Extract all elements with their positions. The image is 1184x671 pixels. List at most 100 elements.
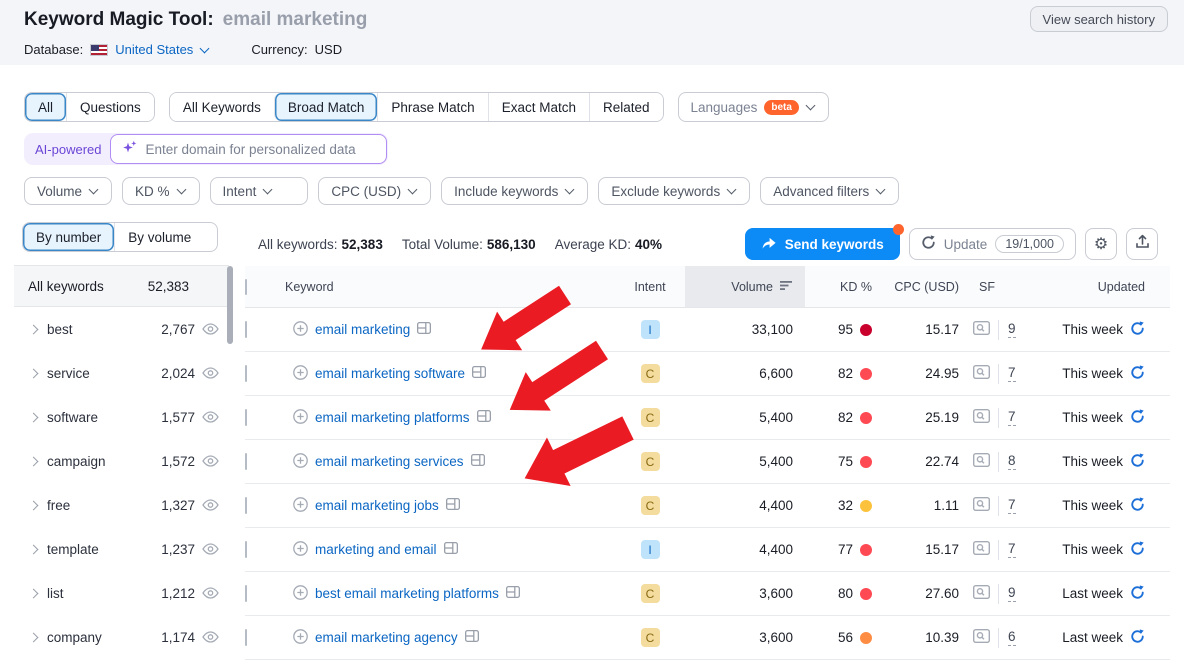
sf-count-link[interactable]: 7 (1008, 365, 1016, 382)
ads-history-icon[interactable] (973, 321, 990, 338)
eye-icon[interactable] (202, 323, 219, 335)
serp-features-icon[interactable] (465, 630, 479, 645)
column-header-sf[interactable]: SF (965, 280, 1035, 294)
sf-count-link[interactable]: 7 (1008, 409, 1016, 426)
tab-exact-match[interactable]: Exact Match (488, 93, 589, 121)
sidebar-group-software[interactable]: software1,577 (14, 395, 229, 439)
serp-features-icon[interactable] (417, 322, 431, 337)
serp-features-icon[interactable] (471, 454, 485, 469)
refresh-icon[interactable] (1130, 541, 1145, 559)
eye-icon[interactable] (202, 631, 219, 643)
column-header-cpc[interactable]: CPC (USD) (880, 280, 965, 294)
sidebar-group-best[interactable]: best2,767 (14, 307, 229, 351)
add-keyword-icon[interactable] (293, 321, 308, 339)
sf-count-link[interactable]: 6 (1008, 629, 1016, 646)
add-keyword-icon[interactable] (293, 409, 308, 427)
intent-badge[interactable]: C (641, 452, 660, 471)
column-header-volume[interactable]: Volume (685, 266, 805, 307)
row-checkbox[interactable] (245, 453, 247, 470)
keyword-link[interactable]: email marketing software (315, 366, 465, 381)
intent-badge[interactable]: C (641, 364, 660, 383)
tab-all-keywords[interactable]: All Keywords (170, 93, 274, 121)
serp-features-icon[interactable] (446, 498, 460, 513)
add-keyword-icon[interactable] (293, 497, 308, 515)
keyword-link[interactable]: email marketing (315, 322, 410, 337)
refresh-icon[interactable] (1130, 453, 1145, 471)
filter-kd[interactable]: KD % (122, 177, 200, 205)
all-keywords-row[interactable]: All keywords 52,383 (14, 265, 229, 307)
sf-count-link[interactable]: 7 (1008, 541, 1016, 558)
eye-icon[interactable] (202, 367, 219, 379)
refresh-icon[interactable] (1130, 629, 1145, 647)
ads-history-icon[interactable] (973, 409, 990, 426)
row-checkbox[interactable] (245, 541, 247, 558)
refresh-icon[interactable] (1130, 409, 1145, 427)
row-checkbox[interactable] (245, 321, 247, 338)
row-checkbox[interactable] (245, 585, 247, 602)
eye-icon[interactable] (202, 499, 219, 511)
sf-count-link[interactable]: 9 (1008, 321, 1016, 338)
send-keywords-button[interactable]: Send keywords (745, 228, 900, 260)
intent-badge[interactable]: C (641, 408, 660, 427)
serp-features-icon[interactable] (472, 366, 486, 381)
eye-icon[interactable] (202, 543, 219, 555)
filter-include-keywords[interactable]: Include keywords (441, 177, 588, 205)
keyword-link[interactable]: email marketing platforms (315, 410, 470, 425)
select-all-checkbox[interactable] (245, 279, 247, 295)
row-checkbox[interactable] (245, 409, 247, 426)
refresh-icon[interactable] (1130, 365, 1145, 383)
sidebar-group-campaign[interactable]: campaign1,572 (14, 439, 229, 483)
intent-badge[interactable]: C (641, 628, 660, 647)
keyword-link[interactable]: email marketing jobs (315, 498, 439, 513)
refresh-icon[interactable] (1130, 497, 1145, 515)
filter-intent[interactable]: Intent (210, 177, 309, 205)
row-checkbox[interactable] (245, 365, 247, 382)
eye-icon[interactable] (202, 587, 219, 599)
intent-badge[interactable]: I (641, 320, 660, 339)
export-button[interactable] (1126, 228, 1158, 260)
filter-exclude-keywords[interactable]: Exclude keywords (598, 177, 750, 205)
languages-dropdown[interactable]: Languages beta (678, 92, 829, 122)
filter-cpc-usd[interactable]: CPC (USD) (318, 177, 431, 205)
column-header-intent[interactable]: Intent (615, 280, 685, 294)
tab-by-volume[interactable]: By volume (114, 223, 204, 251)
row-checkbox[interactable] (245, 629, 247, 646)
sidebar-scrollbar[interactable] (227, 266, 233, 344)
keyword-link[interactable]: best email marketing platforms (315, 586, 499, 601)
ads-history-icon[interactable] (973, 497, 990, 514)
ads-history-icon[interactable] (973, 365, 990, 382)
intent-badge[interactable]: I (641, 540, 660, 559)
update-button[interactable]: Update 19/1,000 (909, 228, 1076, 260)
keyword-link[interactable]: email marketing services (315, 454, 464, 469)
add-keyword-icon[interactable] (293, 585, 308, 603)
add-keyword-icon[interactable] (293, 453, 308, 471)
sf-count-link[interactable]: 8 (1008, 453, 1016, 470)
add-keyword-icon[interactable] (293, 629, 308, 647)
keyword-link[interactable]: marketing and email (315, 542, 437, 557)
tab-by-number[interactable]: By number (23, 223, 114, 251)
domain-input[interactable] (145, 142, 375, 157)
refresh-icon[interactable] (1130, 585, 1145, 603)
eye-icon[interactable] (202, 411, 219, 423)
add-keyword-icon[interactable] (293, 541, 308, 559)
keyword-link[interactable]: email marketing agency (315, 630, 458, 645)
intent-badge[interactable]: C (641, 496, 660, 515)
tab-questions[interactable]: Questions (66, 93, 154, 121)
settings-button[interactable]: ⚙ (1085, 228, 1117, 260)
intent-badge[interactable]: C (641, 584, 660, 603)
column-header-keyword[interactable]: Keyword (285, 280, 615, 294)
sidebar-group-list[interactable]: list1,212 (14, 571, 229, 615)
tab-all[interactable]: All (25, 93, 66, 121)
sidebar-group-template[interactable]: template1,237 (14, 527, 229, 571)
serp-features-icon[interactable] (477, 410, 491, 425)
ads-history-icon[interactable] (973, 629, 990, 646)
add-keyword-icon[interactable] (293, 365, 308, 383)
ads-history-icon[interactable] (973, 585, 990, 602)
ads-history-icon[interactable] (973, 541, 990, 558)
ads-history-icon[interactable] (973, 453, 990, 470)
column-header-kd[interactable]: KD % (805, 280, 880, 294)
sidebar-group-service[interactable]: service2,024 (14, 351, 229, 395)
filter-advanced-filters[interactable]: Advanced filters (760, 177, 899, 205)
eye-icon[interactable] (202, 455, 219, 467)
serp-features-icon[interactable] (506, 586, 520, 601)
